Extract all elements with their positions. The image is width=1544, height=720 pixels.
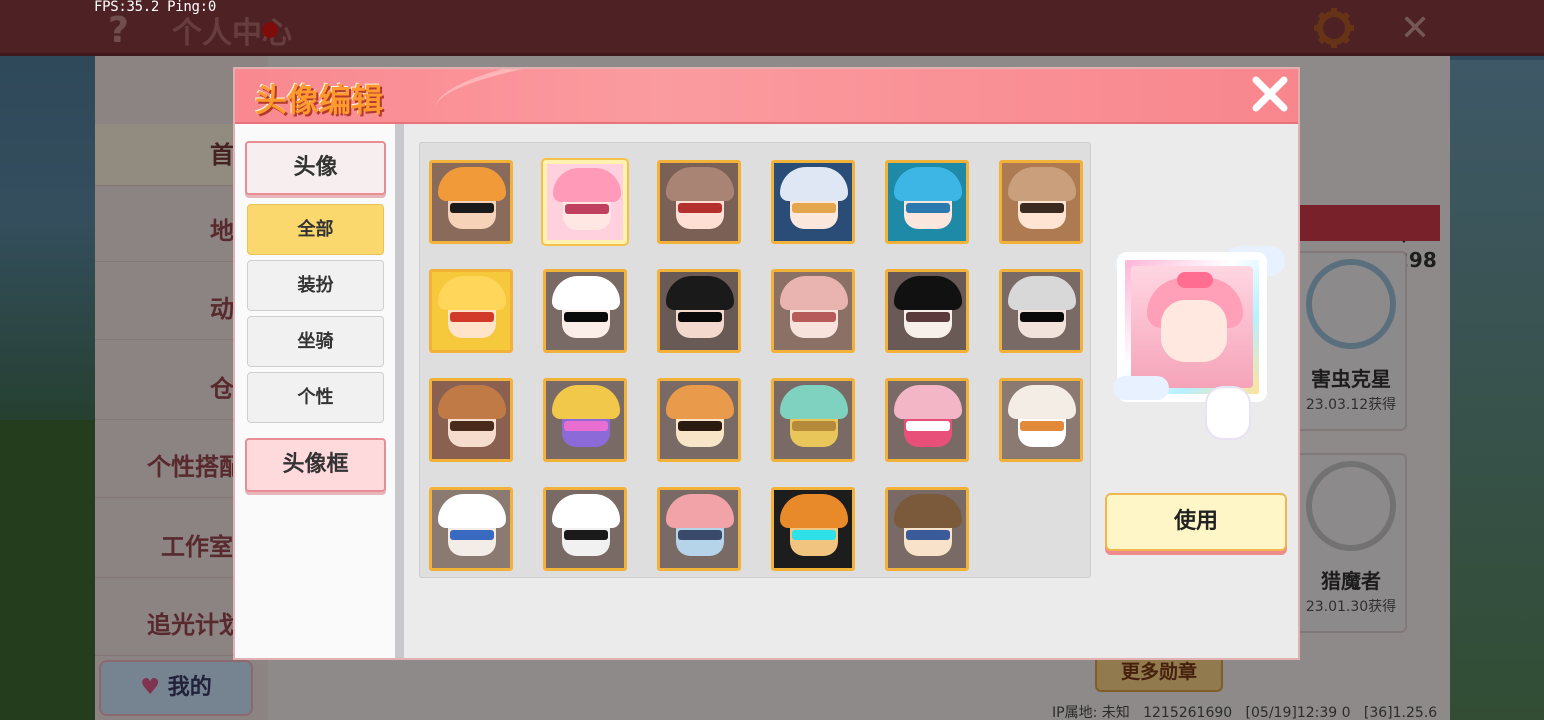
avatar-hair (553, 168, 621, 202)
avatar-eyes (792, 203, 836, 213)
avatar-option-pink-phoenix[interactable] (885, 378, 969, 462)
avatar-eyes (564, 530, 608, 540)
fps-readout: FPS:35.2 Ping:0 (94, 0, 216, 15)
avatar-eyes (450, 421, 494, 431)
avatar-option-brown-hair-girl[interactable] (657, 160, 741, 244)
avatar-option-pink-hair-girl[interactable] (543, 160, 627, 244)
avatar-eyes (792, 421, 836, 431)
avatar-option-golden-palanquin[interactable] (771, 378, 855, 462)
avatar-option-pink-cap-glasses[interactable] (771, 269, 855, 353)
avatar-option-magic-wand[interactable] (543, 378, 627, 462)
preview-portrait (1131, 266, 1253, 388)
tab-avatar[interactable]: 头像 (245, 141, 386, 195)
close-icon[interactable] (1248, 72, 1292, 116)
avatar-eyes (565, 204, 609, 214)
tab-avatar-frame[interactable]: 头像框 (245, 438, 386, 492)
dialog-title: 头像编辑 (255, 81, 384, 119)
avatar-hair (780, 276, 848, 310)
avatar-option-gray-hair-sunglasses[interactable] (999, 269, 1083, 353)
dialog-header: 头像编辑 (235, 69, 1298, 148)
avatar-hair (552, 385, 620, 419)
column-divider (395, 124, 404, 658)
avatar-hair (894, 276, 962, 310)
avatar-option-blue-elephant[interactable] (657, 487, 741, 571)
avatar-option-blue-flower-hair[interactable] (885, 160, 969, 244)
fps-value: FPS:35.2 (94, 0, 160, 15)
avatar-option-white-swan[interactable] (999, 378, 1083, 462)
avatar-grid (419, 142, 1091, 578)
bunny-decoration (1205, 386, 1251, 440)
avatar-eyes (678, 421, 722, 431)
avatar-option-black-hair-sunglasses[interactable] (657, 269, 741, 353)
avatar-hair (894, 494, 962, 528)
avatar-eyes (564, 312, 608, 322)
avatar-option-shiba-dog[interactable] (657, 378, 741, 462)
use-button[interactable]: 使用 (1105, 493, 1287, 551)
avatar-hair (438, 385, 506, 419)
avatar-hair (1008, 385, 1076, 419)
avatar-hair (780, 385, 848, 419)
avatar-option-auburn-hair-glasses[interactable] (429, 378, 513, 462)
subtab-all[interactable]: 全部 (247, 204, 384, 255)
avatar-hair (438, 167, 506, 201)
avatar-hair (1008, 276, 1076, 310)
avatar-eyes (450, 203, 494, 213)
avatar-eyes (450, 530, 494, 540)
avatar-eyes (906, 203, 950, 213)
avatar-eyes (906, 421, 950, 431)
avatar-hair (552, 494, 620, 528)
category-column: 头像 全部 装扮 坐骑 个性 头像框 (235, 124, 395, 658)
preview-bow (1177, 272, 1213, 288)
subtab-mount[interactable]: 坐骑 (247, 316, 384, 367)
avatar-eyes (678, 312, 722, 322)
avatar-eyes (564, 421, 608, 431)
avatar-hair (894, 167, 962, 201)
avatar-eyes (1020, 203, 1064, 213)
subtab-outfit[interactable]: 装扮 (247, 260, 384, 311)
avatar-hair (894, 385, 962, 419)
avatar-hair (438, 494, 506, 528)
preview-face (1161, 300, 1227, 362)
subtab-personality[interactable]: 个性 (247, 372, 384, 423)
avatar-eyes (678, 530, 722, 540)
avatar-hair (780, 494, 848, 528)
avatar-eyes (1020, 312, 1064, 322)
avatar-eyes (792, 530, 836, 540)
avatar-hair (1008, 167, 1076, 201)
avatar-option-silver-hair-girl[interactable] (771, 160, 855, 244)
avatar-eyes (450, 312, 494, 322)
dialog-body: 头像 全部 装扮 坐骑 个性 头像框 使用 (235, 124, 1298, 658)
avatar-option-mushroom-hat[interactable] (999, 160, 1083, 244)
avatar-hair (666, 167, 734, 201)
avatar-edit-dialog: 头像编辑 头像 全部 装扮 坐骑 个性 头像框 使用 (233, 67, 1300, 660)
avatar-eyes (906, 530, 950, 540)
avatar-eyes (792, 312, 836, 322)
avatar-option-white-hair-sunglasses[interactable] (543, 269, 627, 353)
avatar-hair (666, 276, 734, 310)
avatar-option-orange-hair-glasses[interactable] (429, 160, 513, 244)
avatar-eyes (906, 312, 950, 322)
avatar-hair (666, 494, 734, 528)
avatar-option-navy-captain-bear[interactable] (543, 487, 627, 571)
avatar-hair (780, 167, 848, 201)
cloud-decoration (1113, 376, 1169, 400)
avatar-hair (666, 385, 734, 419)
avatar-option-unicorn-cow[interactable] (429, 487, 513, 571)
avatar-option-pilot-bunny[interactable] (885, 487, 969, 571)
avatar-option-yellow-puff-hair[interactable] (429, 269, 513, 353)
avatar-option-m-cap-glasses[interactable] (885, 269, 969, 353)
avatar-option-cyber-fox[interactable] (771, 487, 855, 571)
avatar-hair (552, 276, 620, 310)
avatar-eyes (678, 203, 722, 213)
avatar-eyes (1020, 421, 1064, 431)
ping-value: Ping:0 (167, 0, 216, 15)
avatar-hair (438, 276, 506, 310)
